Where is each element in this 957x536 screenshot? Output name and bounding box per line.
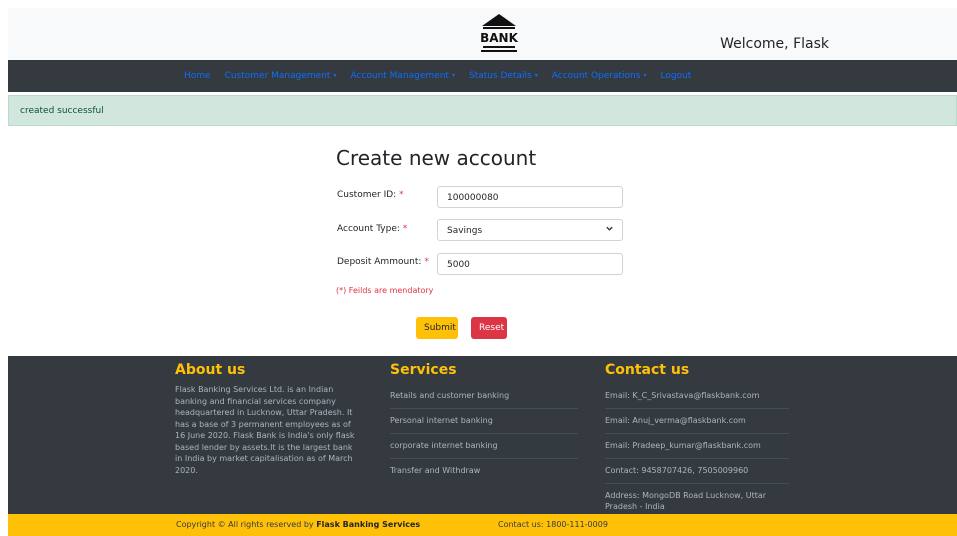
nav-item-status-details[interactable]: Status Details ▾ — [469, 71, 538, 81]
nav-item-label: Status Details — [468, 71, 532, 81]
page-title: Create new account — [336, 146, 537, 170]
deposit-label: Deposit Ammount: * — [337, 257, 429, 267]
copyright-bar: Copyright © All rights reserved by Flask… — [8, 514, 957, 536]
nav-item-label: Home — [184, 71, 211, 81]
service-item[interactable]: corporate internet banking — [390, 434, 578, 459]
contact-list: Email: K_C_Srivastava@flaskbank.com Email… — [605, 384, 789, 519]
success-alert: created successful — [8, 95, 957, 126]
footer: About us Flask Banking Services Ltd. is … — [8, 356, 957, 514]
top-header: BANK Welcome, Flask — [8, 8, 957, 60]
footer-about: About us Flask Banking Services Ltd. is … — [175, 362, 360, 476]
alert-message: created successful — [20, 106, 104, 116]
contact-item: Email: Pradeep_kumar@flaskbank.com — [605, 434, 789, 459]
company-name: Flask Banking Services — [316, 520, 421, 529]
caret-down-icon: ▾ — [534, 72, 538, 79]
nav-item-logout[interactable]: Logout — [660, 71, 691, 81]
required-note: (*) Feilds are mendatory — [336, 286, 434, 295]
nav-item-account-management[interactable]: Account Management ▾ — [350, 71, 455, 81]
submit-button[interactable]: Submit — [416, 317, 458, 339]
service-item[interactable]: Personal internet banking — [390, 409, 578, 434]
customer-id-label: Customer ID: * — [337, 190, 404, 200]
welcome-text: Welcome, Flask — [720, 36, 829, 52]
nav-item-home[interactable]: Home — [184, 71, 211, 81]
bank-logo[interactable]: BANK — [478, 12, 520, 58]
deposit-input[interactable]: 5000 — [437, 253, 623, 275]
copyright-text: Copyright © All rights reserved by Flask… — [176, 520, 421, 529]
customer-id-input[interactable]: 100000080 — [437, 186, 623, 208]
about-text: Flask Banking Services Ltd. is an Indian… — [175, 385, 355, 475]
nav-item-account-operations[interactable]: Account Operations ▾ — [552, 71, 647, 81]
services-heading: Services — [390, 362, 457, 378]
account-type-select[interactable]: Savings — [437, 219, 623, 241]
services-list: Retails and customer banking Personal int… — [390, 384, 578, 483]
nav-item-label: Logout — [660, 71, 692, 81]
reset-button[interactable]: Reset — [471, 317, 507, 339]
footer-contact: Contact us Email: K_C_Srivastava@flaskba… — [605, 362, 789, 519]
nav-item-label: Account Management — [350, 71, 449, 81]
nav-item-customer-management[interactable]: Customer Management ▾ — [225, 71, 337, 81]
contact-heading: Contact us — [605, 362, 690, 378]
contact-phone: Contact us: 1800-111-0009 — [498, 520, 608, 529]
nav-item-label: Account Operations — [551, 71, 641, 81]
account-type-label: Account Type: * — [337, 224, 408, 234]
nav-items: Home Customer Management ▾ Account Manageme… — [184, 60, 705, 92]
footer-services: Services Retails and customer banking Per… — [390, 362, 578, 483]
main-navbar: Home Customer Management ▾ Account Manageme… — [8, 60, 957, 92]
contact-item: Contact: 9458707426, 7505009960 — [605, 459, 789, 484]
caret-down-icon: ▾ — [643, 72, 647, 79]
svg-text:BANK: BANK — [480, 31, 518, 45]
service-item[interactable]: Transfer and Withdraw — [390, 459, 578, 483]
contact-item: Email: Anuj_verma@flaskbank.com — [605, 409, 789, 434]
nav-item-label: Customer Management — [224, 71, 331, 81]
contact-item: Email: K_C_Srivastava@flaskbank.com — [605, 384, 789, 409]
about-heading: About us — [175, 362, 246, 378]
caret-down-icon: ▾ — [333, 72, 337, 79]
service-item[interactable]: Retails and customer banking — [390, 384, 578, 409]
chevron-down-icon — [605, 224, 614, 236]
caret-down-icon: ▾ — [451, 72, 455, 79]
